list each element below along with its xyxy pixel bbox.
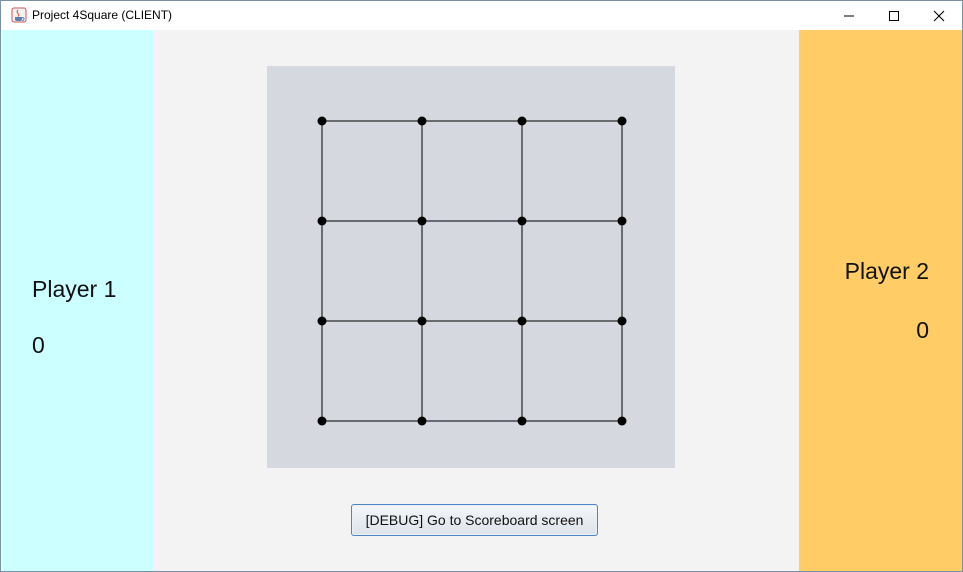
grid-dot[interactable] bbox=[417, 216, 427, 226]
player1-score: 0 bbox=[32, 332, 45, 358]
grid-dot[interactable] bbox=[317, 416, 327, 426]
grid-dot[interactable] bbox=[617, 316, 627, 326]
maximize-icon bbox=[889, 10, 899, 21]
grid-dot[interactable] bbox=[517, 416, 527, 426]
grid-dot[interactable] bbox=[517, 316, 527, 326]
player1-name: Player 1 bbox=[32, 276, 117, 302]
title-bar[interactable]: Project 4Square (CLIENT) bbox=[1, 1, 962, 30]
grid-dot[interactable] bbox=[417, 316, 427, 326]
java-coffee-cup-icon bbox=[11, 7, 27, 23]
close-button[interactable] bbox=[916, 1, 962, 30]
grid-dot[interactable] bbox=[617, 216, 627, 226]
close-icon bbox=[933, 10, 945, 21]
grid-dot[interactable] bbox=[517, 216, 527, 226]
grid-dot[interactable] bbox=[317, 116, 327, 126]
grid-dot[interactable] bbox=[517, 116, 527, 126]
grid-dot[interactable] bbox=[417, 116, 427, 126]
maximize-button[interactable] bbox=[871, 1, 917, 30]
grid-dot[interactable] bbox=[617, 416, 627, 426]
dot-grid[interactable] bbox=[267, 66, 675, 468]
window-title: Project 4Square (CLIENT) bbox=[32, 8, 173, 22]
game-board[interactable] bbox=[267, 66, 675, 468]
player2-panel: Player 2 0 bbox=[799, 30, 962, 571]
player1-panel: Player 1 0 bbox=[2, 30, 153, 571]
grid-dot[interactable] bbox=[317, 216, 327, 226]
game-area: [DEBUG] Go to Scoreboard screen bbox=[153, 30, 799, 571]
minimize-icon bbox=[844, 15, 854, 16]
app-window: Project 4Square (CLIENT) Player 1 0 [DEB… bbox=[0, 0, 963, 572]
grid-dot[interactable] bbox=[317, 316, 327, 326]
player2-score: 0 bbox=[916, 317, 929, 343]
grid-dot[interactable] bbox=[617, 116, 627, 126]
minimize-button[interactable] bbox=[826, 1, 872, 30]
debug-scoreboard-button[interactable]: [DEBUG] Go to Scoreboard screen bbox=[351, 504, 598, 536]
player2-name: Player 2 bbox=[844, 258, 929, 284]
grid-dot[interactable] bbox=[417, 416, 427, 426]
